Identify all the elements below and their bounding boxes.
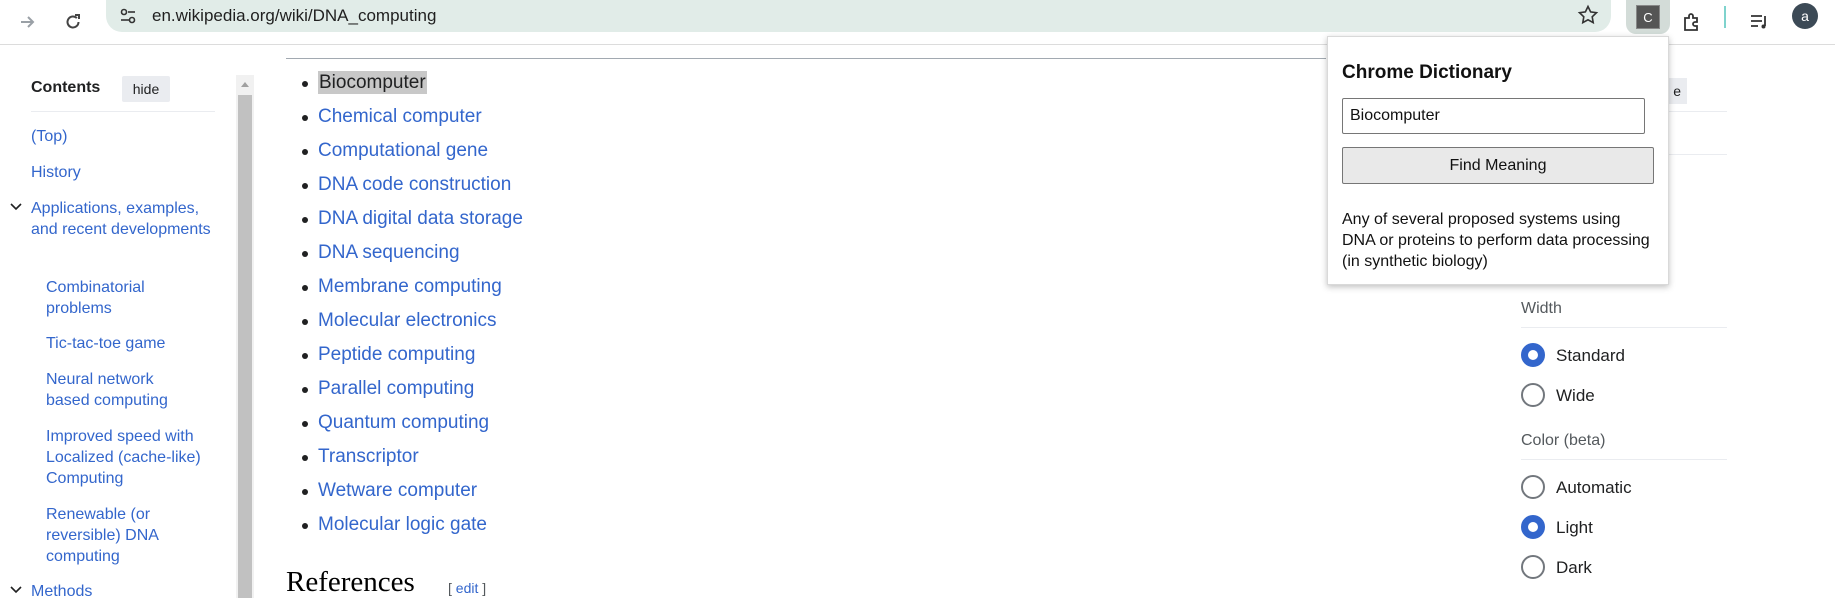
color-light-radio[interactable] <box>1521 515 1545 539</box>
list-item[interactable]: Wetware computer <box>302 476 523 510</box>
chevron-down-icon[interactable] <box>10 201 22 213</box>
see-also-link[interactable]: Biocomputer <box>318 71 427 94</box>
chevron-down-icon[interactable] <box>10 584 22 596</box>
toc-item-combinatorial[interactable]: Combinatorial problems <box>46 277 196 319</box>
reload-button[interactable] <box>57 6 89 38</box>
see-also-link[interactable]: Chemical computer <box>318 106 482 127</box>
list-item[interactable]: Computational gene <box>302 136 523 170</box>
see-also-list: Biocomputer Chemical computer Computatio… <box>302 68 523 544</box>
color-dark-radio[interactable] <box>1521 555 1545 579</box>
toc-item-renewable[interactable]: Renewable (or reversible) DNA computing <box>46 504 196 567</box>
list-item[interactable]: Molecular logic gate <box>302 510 523 544</box>
see-also-link[interactable]: Computational gene <box>318 140 488 161</box>
see-also-link[interactable]: Parallel computing <box>318 378 474 399</box>
profile-avatar[interactable]: a <box>1792 3 1818 29</box>
toc-title: Contents <box>31 79 101 96</box>
find-meaning-button[interactable]: Find Meaning <box>1342 147 1654 184</box>
list-item[interactable]: Peptide computing <box>302 340 523 374</box>
toolbar-separator <box>1724 6 1726 28</box>
reading-list-button[interactable] <box>1743 6 1775 38</box>
see-also-link[interactable]: DNA code construction <box>318 174 511 195</box>
color-light-label[interactable]: Light <box>1556 518 1593 538</box>
see-also-link[interactable]: Transcriptor <box>318 446 419 467</box>
see-also-link[interactable]: Wetware computer <box>318 480 477 501</box>
edit-link-text[interactable]: edit <box>456 580 479 596</box>
references-heading: References <box>286 566 415 598</box>
color-automatic-label[interactable]: Automatic <box>1556 478 1632 498</box>
chrome-dictionary-extension-icon[interactable]: C <box>1636 5 1660 29</box>
definition-text: Any of several proposed systems using DN… <box>1342 211 1650 270</box>
toc-item-applications[interactable]: Applications, examples, and recent devel… <box>31 198 221 240</box>
list-item[interactable]: Transcriptor <box>302 442 523 476</box>
list-item[interactable]: Membrane computing <box>302 272 523 306</box>
toc-item-methods[interactable]: Methods <box>31 581 92 602</box>
references-edit-link[interactable]: [ edit ] <box>448 580 486 596</box>
see-also-link[interactable]: DNA sequencing <box>318 242 460 263</box>
bookmark-star-icon[interactable] <box>1577 4 1599 31</box>
toc-item-improved-speed[interactable]: Improved speed with Localized (cache-lik… <box>46 426 221 489</box>
address-bar[interactable]: en.wikipedia.org/wiki/DNA_computing <box>106 0 1611 32</box>
list-item[interactable]: Chemical computer <box>302 102 523 136</box>
list-item[interactable]: Quantum computing <box>302 408 523 442</box>
word-input[interactable] <box>1342 98 1645 134</box>
color-dark-label[interactable]: Dark <box>1556 558 1592 578</box>
see-also-link[interactable]: Membrane computing <box>318 276 502 297</box>
list-item[interactable]: DNA code construction <box>302 170 523 204</box>
list-item[interactable]: DNA digital data storage <box>302 204 523 238</box>
toc-item-history[interactable]: History <box>31 162 81 183</box>
section-divider <box>286 58 1326 59</box>
toc-hide-button[interactable]: hide <box>122 76 170 102</box>
see-also-link[interactable]: Molecular electronics <box>318 310 496 331</box>
chrome-dictionary-popup: Chrome Dictionary Find Meaning Any of se… <box>1327 36 1669 285</box>
forward-button[interactable] <box>12 6 44 38</box>
toc-item-neural-network[interactable]: Neural network based computing <box>46 369 196 411</box>
width-label: Width <box>1521 300 1562 317</box>
appearance-divider <box>1521 327 1727 328</box>
see-also-link[interactable]: DNA digital data storage <box>318 208 523 229</box>
toc-item-top[interactable]: (Top) <box>31 126 67 147</box>
list-item[interactable]: Molecular electronics <box>302 306 523 340</box>
popup-title: Chrome Dictionary <box>1342 62 1512 83</box>
scroll-up-arrow-icon[interactable] <box>236 75 254 93</box>
arrow-right-icon <box>21 16 35 28</box>
see-also-link[interactable]: Molecular logic gate <box>318 514 487 535</box>
toc-item-tictactoe[interactable]: Tic-tac-toe game <box>46 333 216 354</box>
list-item[interactable]: Biocomputer <box>302 68 523 102</box>
extensions-button[interactable] <box>1676 6 1708 38</box>
toc-divider <box>31 111 215 112</box>
url-text: en.wikipedia.org/wiki/DNA_computing <box>152 6 437 25</box>
playlist-icon <box>1751 15 1766 29</box>
color-automatic-radio[interactable] <box>1521 475 1545 499</box>
site-settings-icon[interactable] <box>118 6 138 31</box>
list-item[interactable]: DNA sequencing <box>302 238 523 272</box>
see-also-link[interactable]: Peptide computing <box>318 344 475 365</box>
toc-scrollbar-thumb[interactable] <box>238 95 252 598</box>
appearance-divider <box>1521 459 1727 460</box>
puzzle-icon <box>1684 13 1698 31</box>
width-standard-label[interactable]: Standard <box>1556 346 1625 366</box>
reload-icon <box>66 14 80 29</box>
width-wide-radio[interactable] <box>1521 383 1545 407</box>
list-item[interactable]: Parallel computing <box>302 374 523 408</box>
width-standard-radio[interactable] <box>1521 343 1545 367</box>
width-wide-label[interactable]: Wide <box>1556 386 1595 406</box>
color-label: Color (beta) <box>1521 432 1606 449</box>
see-also-link[interactable]: Quantum computing <box>318 412 489 433</box>
